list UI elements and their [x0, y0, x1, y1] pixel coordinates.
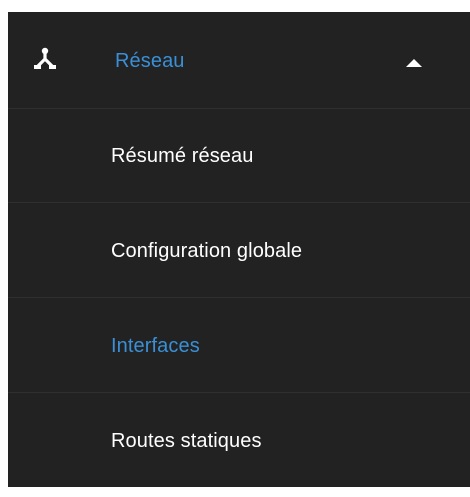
network-menu-title: Réseau	[115, 50, 185, 72]
menu-item-configuration-globale[interactable]: Configuration globale	[8, 204, 470, 298]
network-menu-header[interactable]: Réseau	[8, 12, 470, 109]
menu-item-routes-statiques[interactable]: Routes statiques	[8, 394, 470, 488]
network-icon	[34, 47, 56, 70]
menu-item-label: Configuration globale	[111, 239, 303, 262]
network-menu-panel: Réseau Résumé réseau Configuration globa…	[8, 12, 470, 487]
menu-item-label: Routes statiques	[111, 430, 262, 452]
menu-item-interfaces[interactable]: Interfaces	[8, 299, 470, 393]
menu-item-label: Interfaces	[111, 334, 200, 357]
chevron-up-icon[interactable]	[406, 59, 422, 67]
menu-item-resume-reseau[interactable]: Résumé réseau	[8, 109, 470, 203]
menu-item-label: Résumé réseau	[111, 144, 254, 167]
